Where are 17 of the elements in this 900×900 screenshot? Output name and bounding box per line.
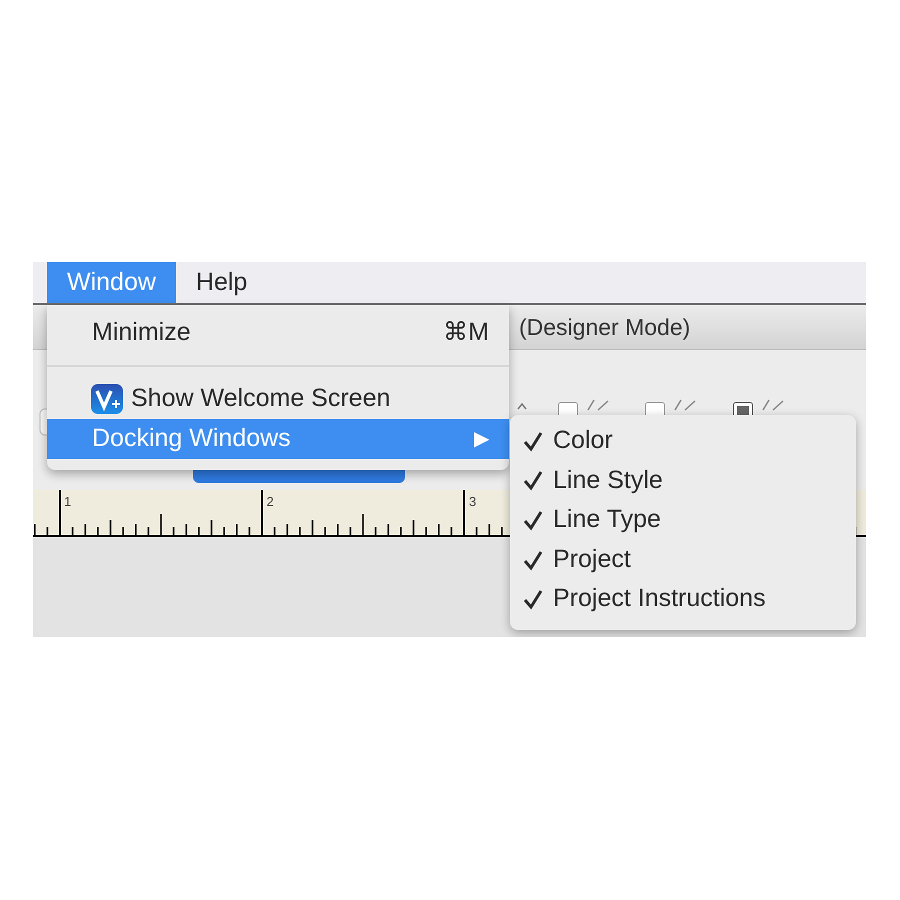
menu-item[interactable]: Line Type [510,500,856,540]
menu-item[interactable]: Minimize ⌘M [47,313,509,353]
menu-bar-item[interactable]: Help [176,262,268,303]
ruler-number: 2 [266,494,274,509]
tool-icon [586,398,610,412]
ruler-number: 3 [469,494,476,509]
tool-icon [673,398,697,412]
window-title: (Designer Mode) [519,312,690,342]
app-icon [90,383,124,415]
menu-item[interactable]: Project Instructions [510,579,856,619]
menu-item[interactable]: Project [510,540,856,580]
menu-item[interactable]: Line Style [510,460,856,500]
menu-item[interactable]: Show Welcome Screen [47,379,509,419]
tool-icon [761,398,785,412]
caret-icon [517,403,527,410]
menu-item[interactable]: Color [510,421,856,461]
ruler-number: 1 [64,494,72,509]
